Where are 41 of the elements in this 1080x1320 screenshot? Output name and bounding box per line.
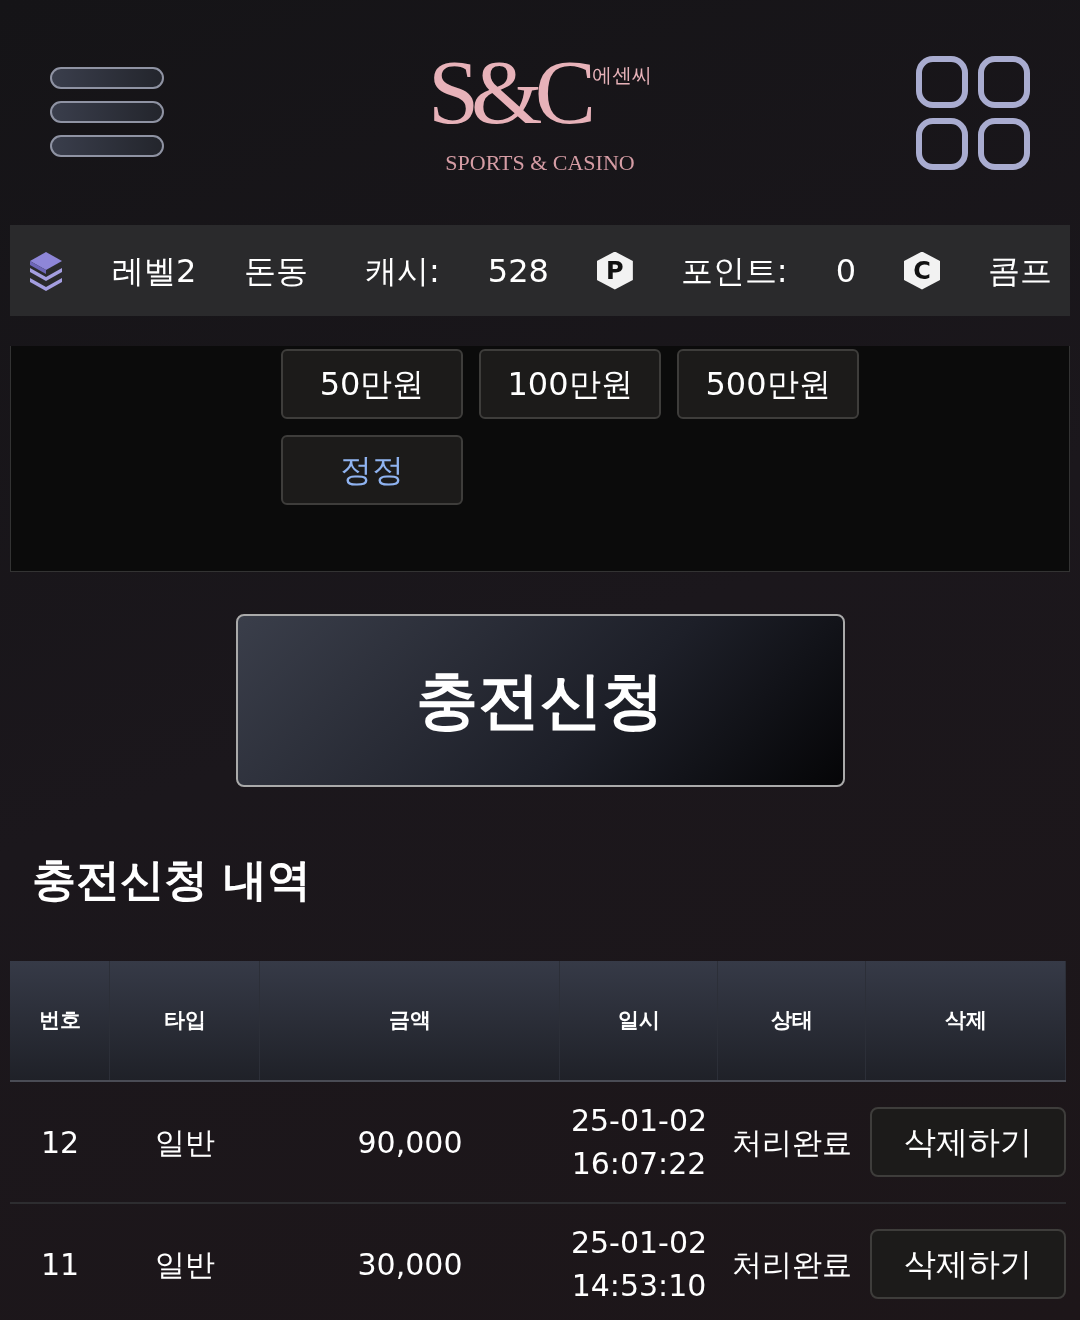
column-header: 타입 [110, 961, 260, 1080]
logo-tagline: SPORTS & CASINO [445, 149, 635, 177]
table-cell-text: 90,000 [356, 1123, 464, 1162]
reset-button[interactable]: 정정 [281, 435, 463, 505]
grid-icon[interactable] [916, 55, 1030, 170]
table-cell-text: 30,000 [356, 1245, 464, 1284]
cash-amount: 528 [487, 250, 549, 292]
column-header: 상태 [718, 961, 866, 1080]
table-cell-text: 16:07:22 [570, 1145, 708, 1183]
column-header: 번호 [10, 961, 110, 1080]
point-badge-icon: P [596, 251, 633, 290]
section-title: 충전신청 내역 [32, 853, 313, 907]
comp-badge-icon: C [904, 251, 940, 290]
table-cell-text: 일반 [154, 1123, 216, 1162]
logo-korean: 에센씨 [592, 63, 653, 88]
amount-button[interactable]: 50만원 [281, 349, 463, 419]
table-cell-text: 처리완료 [731, 1123, 853, 1162]
charge-request-button[interactable]: 충전신청 [235, 614, 845, 787]
points-label: 포인트: [680, 250, 788, 292]
table-cell-text: 일반 [154, 1245, 216, 1284]
points-amount: 0 [835, 250, 856, 292]
delete-button[interactable]: 삭제하기 [870, 1107, 1066, 1177]
level-label: 레벨2 [112, 250, 197, 292]
table-cell-text: 25-01-02 [569, 1101, 709, 1140]
table-cell-text: 처리완료 [731, 1245, 853, 1284]
column-header: 일시 [560, 961, 718, 1080]
column-header: 금액 [260, 961, 560, 1080]
logo-brand: S&C [427, 46, 589, 138]
cash-label: 캐시: [365, 250, 440, 292]
table-cell-text: 11 [39, 1245, 81, 1284]
column-header: 삭제 [866, 961, 1066, 1080]
username: 돈동 [244, 250, 309, 292]
table-cell-text: 14:53:10 [570, 1267, 708, 1305]
menu-icon[interactable] [50, 66, 164, 159]
layers-icon [28, 249, 64, 292]
delete-button[interactable]: 삭제하기 [870, 1229, 1066, 1299]
amount-button[interactable]: 500만원 [677, 349, 859, 419]
table-cell-text: 12 [39, 1123, 81, 1162]
comp-label: 콤프 [988, 250, 1052, 292]
amount-button[interactable]: 100만원 [479, 349, 661, 419]
table-cell-text: 25-01-02 [569, 1223, 709, 1262]
